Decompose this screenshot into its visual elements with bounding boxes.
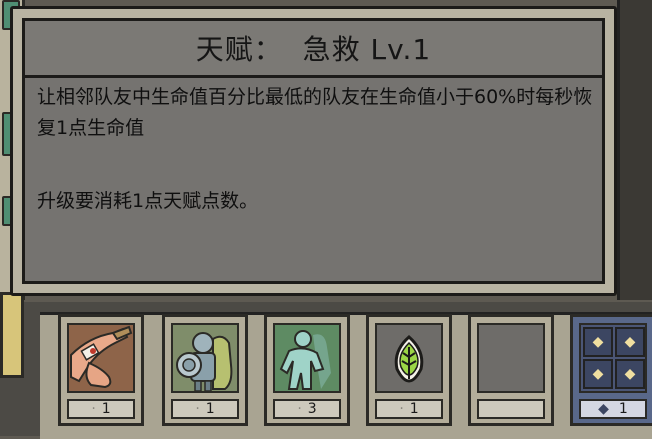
slot-count: · 1: [67, 399, 135, 419]
diamond-icon: ◆: [615, 327, 645, 357]
armored-warriors-icon: [171, 323, 239, 393]
slot-count: · 3: [273, 399, 341, 419]
talent-slot-1[interactable]: · 1: [58, 314, 144, 426]
talent-slot-5[interactable]: [468, 314, 554, 426]
diamond-icon: ◆: [598, 401, 609, 417]
talent-title: 天赋： 急救 Lv.1: [195, 33, 432, 66]
tooltip-body: 让相邻队友中生命值百分比最低的队友在生命值小于60%时每秒恢复1点生命值 升级要…: [25, 78, 602, 219]
slot-count: · 1: [375, 399, 443, 419]
empty-slot: [477, 323, 545, 393]
slot-count: ◆ 1: [579, 399, 647, 419]
tooltip-header: 天赋： 急救 Lv.1: [25, 21, 602, 78]
right-panel-edge: [617, 0, 652, 300]
side-tab[interactable]: [0, 292, 24, 378]
talent-slot-6[interactable]: ◆ ◆ ◆ ◆ ◆ 1: [570, 314, 652, 426]
spirit-figures-icon: [273, 323, 341, 393]
talent-tooltip: 天赋： 急救 Lv.1 让相邻队友中生命值百分比最低的队友在生命值小于60%时每…: [10, 6, 617, 296]
bandaged-arm-icon: [67, 323, 135, 393]
talent-slot-4[interactable]: · 1: [366, 314, 452, 426]
tooltip-content: 天赋： 急救 Lv.1 让相邻队友中生命值百分比最低的队友在生命值小于60%时每…: [22, 18, 605, 284]
talent-slot-2[interactable]: · 1: [162, 314, 248, 426]
talent-slot-3[interactable]: · 3: [264, 314, 350, 426]
green-leaf-icon: [375, 323, 443, 393]
diamond-icon: ◆: [583, 359, 613, 389]
diamond-icon: ◆: [583, 327, 613, 357]
slot-count: · 1: [171, 399, 239, 419]
upgrade-cost-text: 升级要消耗1点天赋点数。: [37, 190, 259, 212]
diamond-icon: ◆: [615, 359, 645, 389]
slot-count: [477, 399, 545, 419]
talent-description: 让相邻队友中生命值百分比最低的队友在生命值小于60%时每秒恢复1点生命值: [37, 86, 593, 139]
diamond-grid-icon: ◆ ◆ ◆ ◆: [579, 323, 647, 393]
